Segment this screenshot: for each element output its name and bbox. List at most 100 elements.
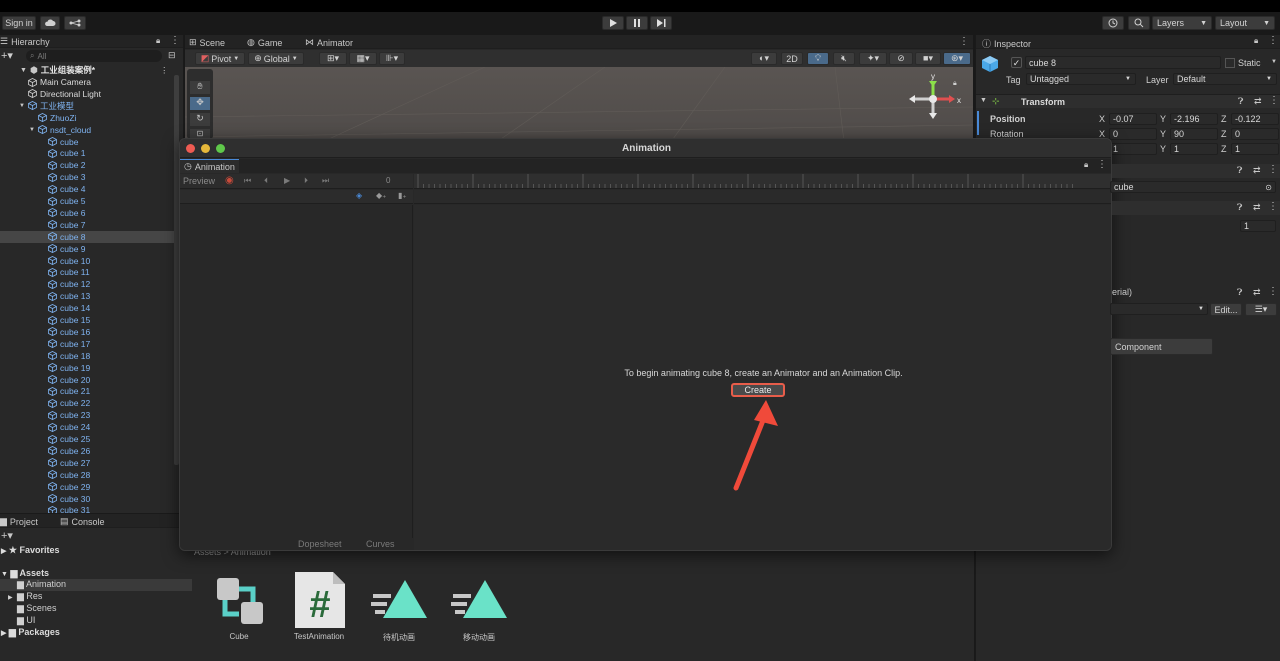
tab-animator[interactable]: ⋈ Animator <box>305 37 353 48</box>
hierarchy-item[interactable]: cube 6 <box>0 207 183 219</box>
tab-inspector[interactable]: ⓘ Inspector <box>982 37 1031 50</box>
hierarchy-item[interactable]: cube 27 <box>0 457 183 469</box>
increment-snap-button[interactable]: ⊪▾ <box>379 52 405 65</box>
add-keyframe-icon[interactable]: ◆₊ <box>376 191 386 200</box>
asset-item-move-anim[interactable]: 移动动画 <box>444 570 514 643</box>
pause-button[interactable] <box>626 16 648 30</box>
timeline-ruler[interactable] <box>414 174 1111 189</box>
expand-arrow-icon[interactable]: ▼ <box>29 127 38 133</box>
folder-item[interactable]: ▆ UI <box>0 615 192 627</box>
window-titlebar[interactable]: Animation <box>180 139 1111 158</box>
hierarchy-item[interactable]: cube 29 <box>0 481 183 493</box>
scene-gizmo[interactable]: y x 🔒︎ <box>905 73 965 129</box>
collab-icon[interactable] <box>64 16 86 30</box>
scale-x-field[interactable]: 1 <box>1109 143 1157 155</box>
prev-keyframe-icon[interactable]: ⏴︎ <box>264 176 268 186</box>
move-tool-icon[interactable]: ✥ <box>190 97 210 110</box>
hierarchy-item[interactable]: cube 5 <box>0 195 183 207</box>
folder-item[interactable]: ▶ ▆ Res <box>0 591 192 603</box>
tab-scene[interactable]: ⊞ Scene <box>189 37 225 48</box>
audio-toggle-icon[interactable]: 🔇︎ <box>833 52 855 65</box>
first-keyframe-icon[interactable]: ⏮︎ <box>244 176 251 186</box>
hierarchy-item[interactable]: cube 16 <box>0 326 183 338</box>
folder-item[interactable]: ▆ Scenes <box>0 603 192 615</box>
pivot-dropdown[interactable]: ◩ Pivot ▼ <box>195 52 245 65</box>
mesh-field[interactable]: cube ⊙ <box>1110 181 1276 193</box>
hierarchy-item[interactable]: ▼ nsdt_cloud <box>0 124 183 136</box>
pos-z-field[interactable]: -0.122 <box>1231 113 1279 125</box>
hierarchy-item[interactable]: cube 4 <box>0 183 183 195</box>
scene-more-icon[interactable]: ⋮ <box>160 65 169 76</box>
record-icon[interactable]: ◉ <box>225 175 234 186</box>
hand-tool-icon[interactable]: ✋︎ <box>190 81 210 94</box>
toggle-2d-button[interactable]: 2D <box>781 52 803 65</box>
next-keyframe-icon[interactable]: ⏵︎ <box>304 176 308 186</box>
grid-snap-button[interactable]: ⊞▾ <box>319 52 347 65</box>
help-icon[interactable]: ❓︎ <box>1237 165 1242 176</box>
help-icon[interactable]: ❓︎ <box>1238 96 1243 107</box>
axis-label[interactable]: X <box>1099 114 1105 124</box>
layers-dropdown[interactable]: Layers ▼ <box>1152 16 1212 30</box>
shader-menu-button[interactable]: ☰▾ <box>1245 303 1277 316</box>
scale-y-field[interactable]: 1 <box>1170 143 1218 155</box>
scene-row[interactable]: ▼ ⬢ 工业组装案例* ⋮ <box>0 64 183 76</box>
tag-dropdown[interactable]: Untagged ▼ <box>1026 73 1136 85</box>
pos-y-field[interactable]: -2.196 <box>1170 113 1218 125</box>
hierarchy-item[interactable]: cube 31 <box>0 504 183 513</box>
more-menu-icon[interactable]: ⋮ <box>1268 35 1278 46</box>
hierarchy-item[interactable]: cube 10 <box>0 255 183 267</box>
hierarchy-item[interactable]: ▼ 工业模型 <box>0 100 183 112</box>
pos-x-field[interactable]: -0.07 <box>1109 113 1157 125</box>
hierarchy-item[interactable]: Directional Light <box>0 88 183 100</box>
active-checkbox[interactable]: ✓ <box>1011 57 1022 68</box>
hierarchy-filter-icon[interactable]: ⊟ <box>168 50 176 61</box>
hidden-objects-icon[interactable]: ⊘ <box>889 52 913 65</box>
add-icon[interactable]: +▾ <box>1 49 13 62</box>
hierarchy-item[interactable]: cube 20 <box>0 374 183 386</box>
grid-visibility-button[interactable]: ▦▾ <box>349 52 377 65</box>
preset-icon[interactable]: ⇄ <box>1253 165 1261 176</box>
hierarchy-item[interactable]: cube 25 <box>0 433 183 445</box>
scale-z-field[interactable]: 1 <box>1231 143 1279 155</box>
tab-hierarchy[interactable]: ☰ Hierarchy <box>0 36 50 47</box>
axis-label[interactable]: Y <box>1160 114 1166 124</box>
help-icon[interactable]: ❓︎ <box>1237 287 1242 298</box>
hierarchy-item[interactable]: cube 13 <box>0 290 183 302</box>
tab-animation[interactable]: ◷ Animation <box>180 159 239 173</box>
component-more-icon[interactable]: ⋮ <box>1268 286 1278 297</box>
component-more-icon[interactable]: ⋮ <box>1268 201 1278 212</box>
last-keyframe-icon[interactable]: ⏭︎ <box>322 176 329 186</box>
hierarchy-item[interactable]: cube 2 <box>0 159 183 171</box>
add-component-button[interactable]: Component <box>1110 338 1213 355</box>
filter-keys-icon[interactable]: ◈ <box>356 191 362 200</box>
hierarchy-item[interactable]: Main Camera <box>0 76 183 88</box>
object-name-field[interactable]: cube 8 <box>1025 56 1221 69</box>
hierarchy-item[interactable]: cube 7 <box>0 219 183 231</box>
add-event-icon[interactable]: ▮₊ <box>398 191 407 200</box>
gizmos-toggle-icon[interactable]: ⊛▾ <box>943 52 971 65</box>
edit-shader-button[interactable]: Edit... <box>1210 303 1242 316</box>
tab-console[interactable]: ▤ Console <box>60 516 105 527</box>
lock-icon[interactable]: 🔒︎ <box>1254 36 1258 46</box>
play-button[interactable] <box>602 16 624 30</box>
hierarchy-item[interactable]: cube 24 <box>0 421 183 433</box>
effects-toggle-icon[interactable]: ✦▾ <box>859 52 887 65</box>
lighting-toggle-icon[interactable]: 💡︎ <box>807 52 829 65</box>
transform-header[interactable]: ▼ ⊹ Transform ❓︎ ⇄ ⋮ <box>976 94 1280 108</box>
more-menu-icon[interactable]: ⋮ <box>1097 159 1107 170</box>
hierarchy-search-input[interactable]: ⌕ All <box>26 50 162 62</box>
axis-label[interactable]: Z <box>1221 114 1227 124</box>
global-dropdown[interactable]: ⊕ Global ▼ <box>248 52 304 65</box>
tab-project[interactable]: ▆ Project <box>0 516 38 527</box>
static-dropdown-icon[interactable]: ▼ <box>1271 59 1277 65</box>
axis-label[interactable]: Z <box>1221 129 1227 139</box>
preset-icon[interactable]: ⇄ <box>1253 202 1261 213</box>
play-icon[interactable]: ▶ <box>284 176 290 185</box>
expand-arrow-icon[interactable]: ▼ <box>19 103 28 109</box>
dopesheet-tab[interactable]: Dopesheet <box>298 539 342 549</box>
hierarchy-item[interactable]: cube <box>0 136 183 148</box>
more-menu-icon[interactable]: ⋮ <box>170 35 180 46</box>
hierarchy-item[interactable]: cube 23 <box>0 409 183 421</box>
more-menu-icon[interactable]: ⋮ <box>959 36 969 47</box>
lock-icon[interactable]: 🔒︎ <box>1084 160 1088 170</box>
